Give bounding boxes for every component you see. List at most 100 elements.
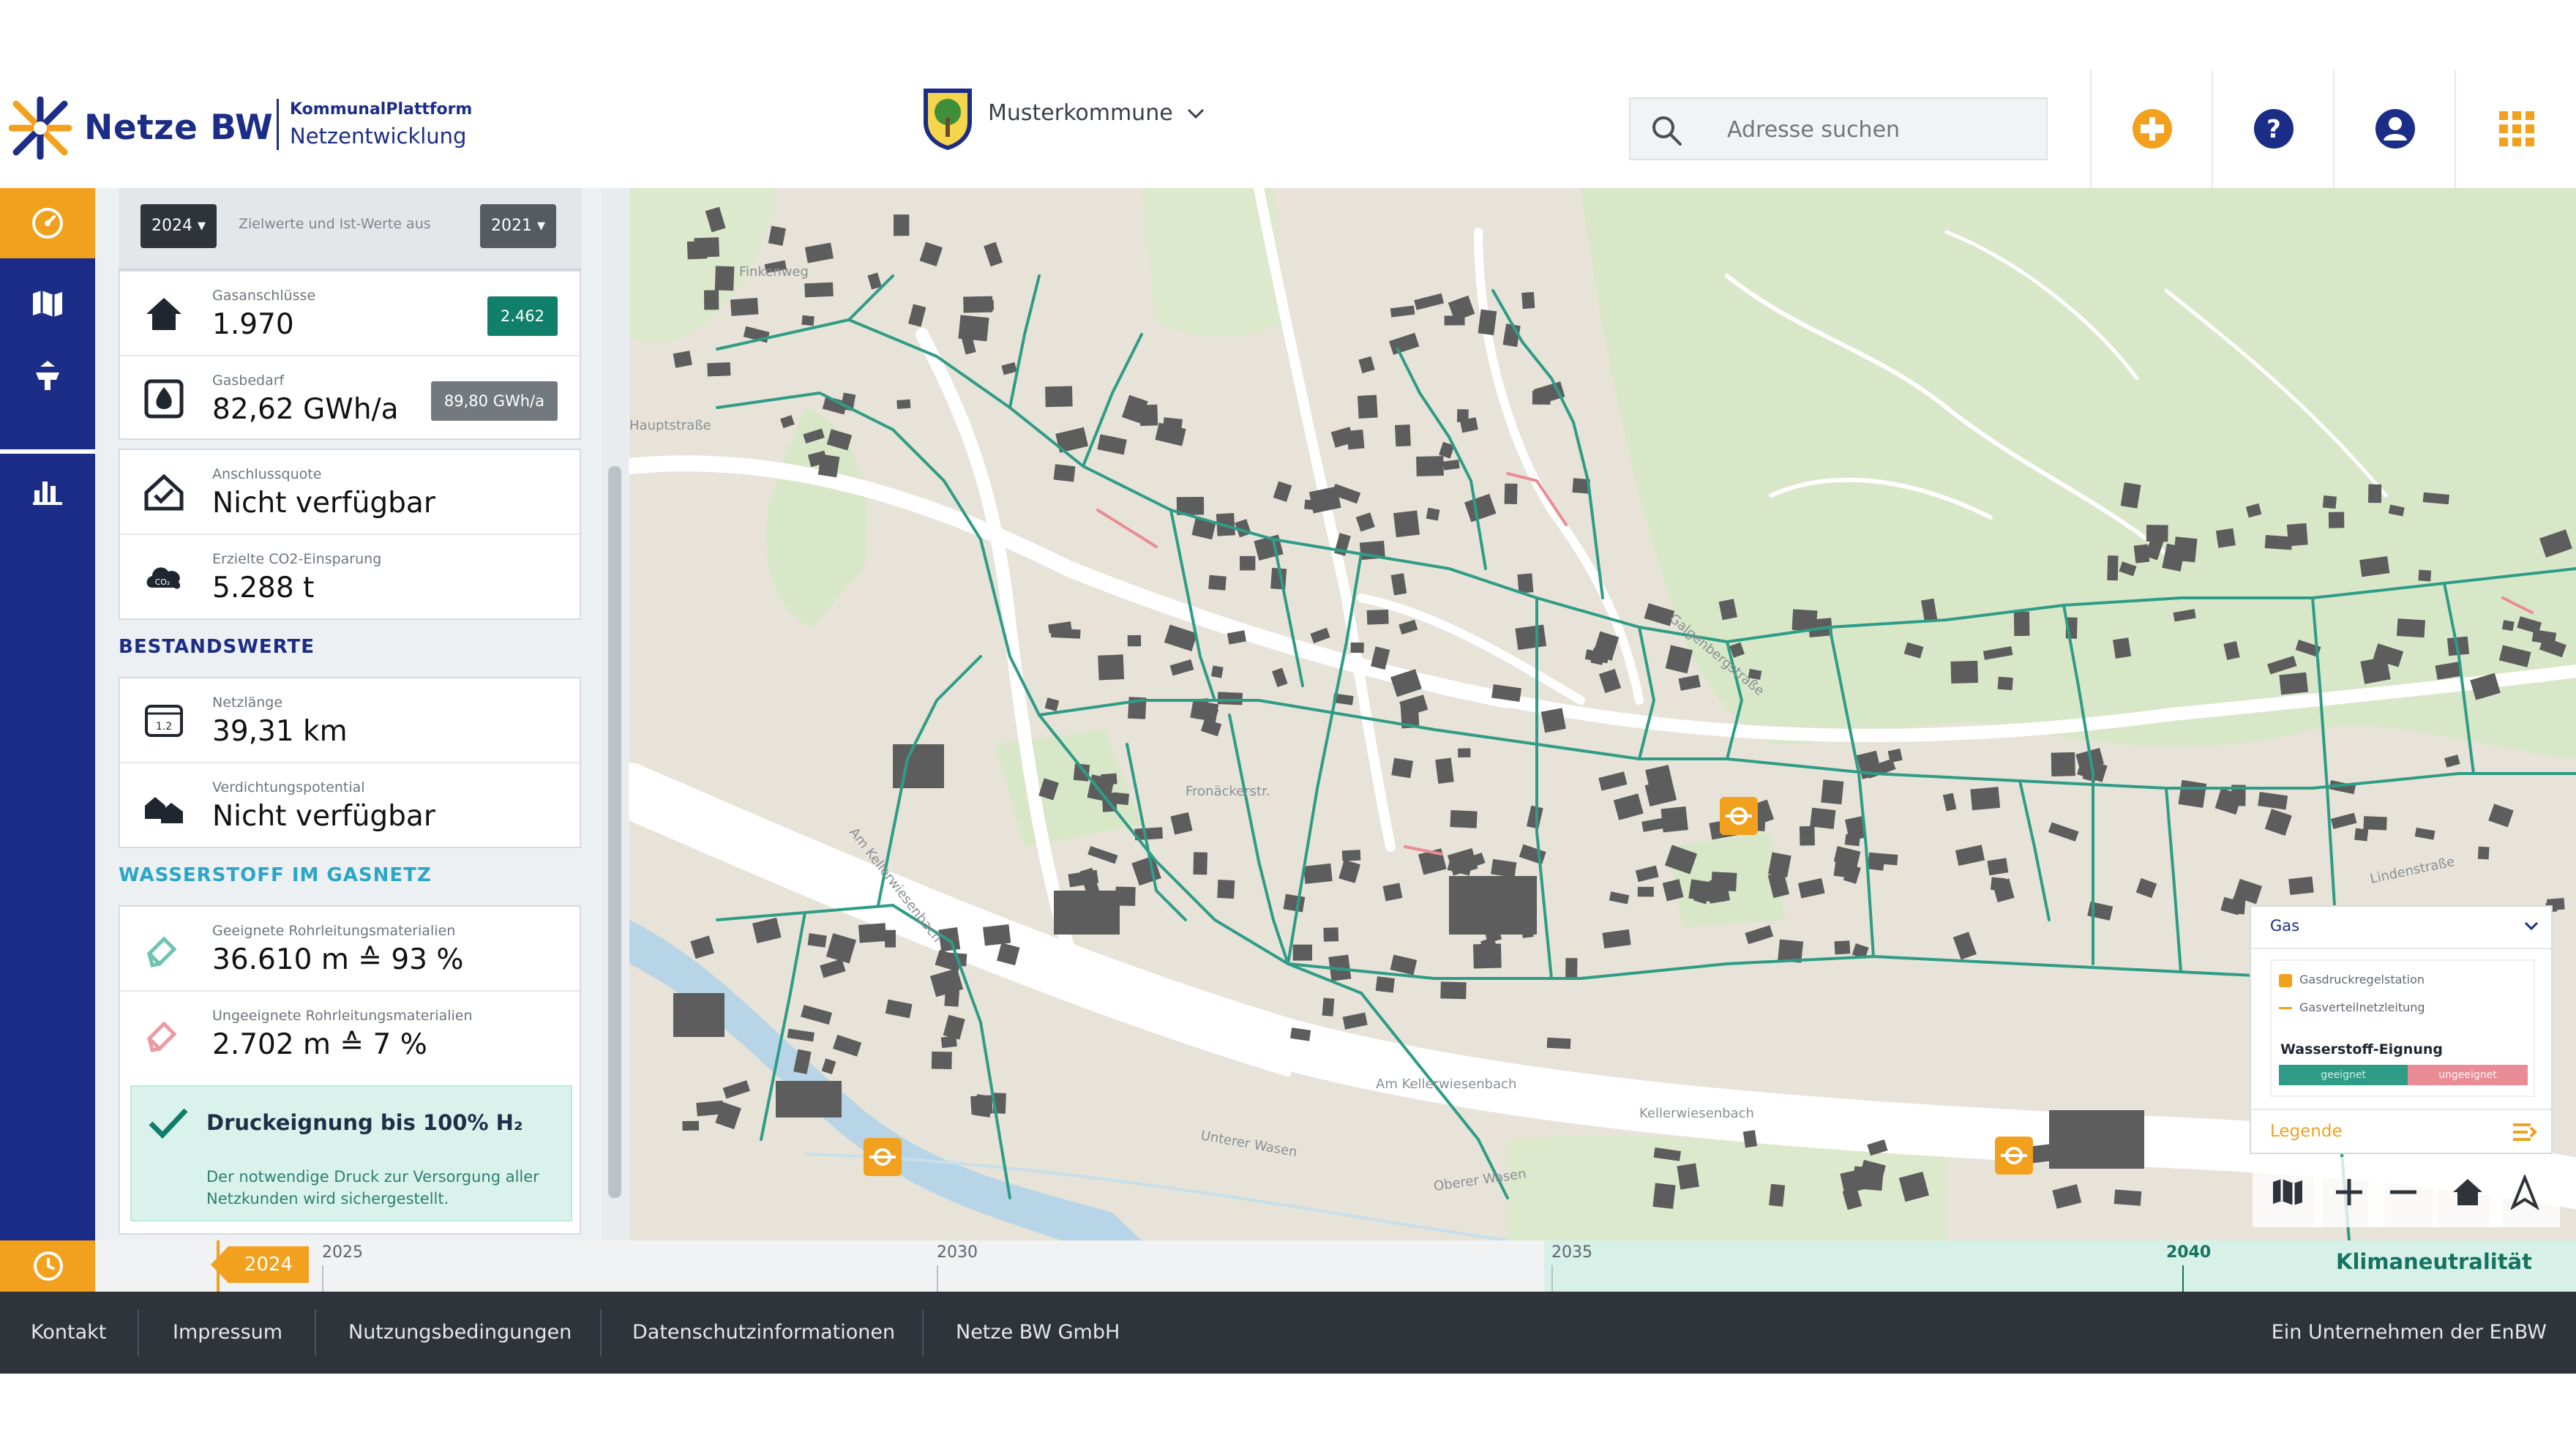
building-footprint: [1051, 628, 1081, 639]
building-footprint: [1440, 981, 1467, 1000]
timeline-current-year[interactable]: 2024: [228, 1246, 309, 1283]
nav-rail: [0, 188, 95, 1240]
panel-scrollbar[interactable]: [602, 188, 628, 1240]
section-title-hydrogen: WASSERSTOFF IM GASNETZ: [119, 864, 432, 886]
basemap-icon[interactable]: [2270, 1175, 2305, 1210]
street-label: Hauptstraße: [629, 418, 711, 433]
regulator-station-marker[interactable]: [1995, 1137, 2033, 1175]
apps-button[interactable]: [2455, 70, 2576, 188]
route-button[interactable]: [2090, 70, 2212, 188]
footer: Kontakt Impressum Nutzungsbedingungen Da…: [0, 1292, 2576, 1374]
building-footprint: [2286, 523, 2308, 547]
svg-text:CO₂: CO₂: [155, 577, 171, 587]
timeline[interactable]: 2024 2025 2030 2035 2040 Klimaneutralitä…: [0, 1240, 2576, 1292]
building-footprint: [1101, 773, 1117, 785]
apps-grid-icon[interactable]: [2495, 107, 2539, 151]
kpi-label: Erzielte CO2-Einsparung: [212, 551, 382, 567]
building-footprint: [1478, 309, 1497, 336]
kpi-card-quota: Anschlussquote Nicht verfügbar CO₂ Erzie…: [119, 449, 581, 620]
header: Netze BW KommunalPlattform Netzentwicklu…: [0, 70, 2576, 190]
chevron-down-icon[interactable]: [1186, 106, 1206, 121]
search-input[interactable]: [1726, 111, 2036, 149]
legend-unsuitable-bar: ungeeignet: [2408, 1065, 2528, 1085]
chevron-down-icon[interactable]: [2523, 920, 2539, 932]
building-footprint: [1540, 708, 1566, 733]
account-button[interactable]: [2333, 70, 2455, 188]
regulator-station-marker[interactable]: [1720, 797, 1758, 835]
building-footprint: [1208, 574, 1227, 591]
building-footprint: [1395, 424, 1411, 447]
rail-item-statistics[interactable]: [0, 449, 95, 530]
rail-item-map[interactable]: [0, 269, 95, 339]
address-search[interactable]: [1629, 97, 2048, 160]
legend-layer-title: Gas: [2270, 917, 2300, 935]
building-footprint: [1350, 642, 1364, 654]
footer-link-company[interactable]: Netze BW GmbH: [956, 1321, 1120, 1344]
municipality-selector[interactable]: Musterkommune: [988, 100, 1173, 126]
map-icon[interactable]: [30, 286, 65, 321]
statistics-icon[interactable]: [30, 473, 65, 508]
legend-item-pipeline: Gasverteilnetzleitung: [2279, 1000, 2425, 1014]
timeline-tick: [1551, 1265, 1553, 1292]
legend-suitable-bar: geeignet: [2279, 1065, 2408, 1085]
home-icon[interactable]: [2450, 1175, 2485, 1210]
history-icon[interactable]: [31, 1249, 65, 1283]
netze-bw-logo[interactable]: [9, 97, 72, 160]
basemap-button[interactable]: [2253, 1157, 2323, 1227]
kpi-value: 1.970: [212, 308, 294, 341]
brand-name: Netze BW: [84, 108, 274, 148]
zoom-in-icon[interactable]: [2332, 1175, 2367, 1210]
ruler-icon: 1.2: [145, 705, 183, 737]
target-year-select[interactable]: 2024 ▾: [141, 204, 217, 248]
upload-icon[interactable]: [30, 359, 65, 394]
kpi-label: Gasanschlüsse: [212, 288, 316, 304]
dashboard-icon[interactable]: [30, 206, 65, 241]
compare-text: Zielwerte und Ist-Werte aus: [239, 216, 431, 232]
kpi-label: Netzlänge: [212, 694, 283, 711]
building-footprint: [2367, 484, 2382, 503]
rail-item-dashboard[interactable]: [0, 188, 95, 258]
building-footprint: [730, 297, 759, 316]
building-footprint: [2279, 672, 2309, 695]
rail-item-upload[interactable]: [0, 342, 95, 412]
footer-link-imprint[interactable]: Impressum: [173, 1321, 282, 1344]
legend-list-icon[interactable]: [2512, 1120, 2538, 1144]
houses-icon: [145, 797, 183, 823]
help-icon[interactable]: ?: [2252, 107, 2296, 151]
building-footprint: [893, 214, 910, 236]
map-view[interactable]: Finkenweg Fronäckerstr. Am Kellerwiesenb…: [629, 188, 2576, 1240]
building-footprint: [673, 351, 692, 368]
footer-link-terms[interactable]: Nutzungsbedingungen: [348, 1321, 572, 1344]
building-footprint: [1217, 692, 1243, 705]
kpi-gas-connections: Gasanschlüsse 1.970 2.462: [120, 272, 580, 356]
timeline-tick-label: 2025: [322, 1243, 363, 1262]
timeline-history-button[interactable]: [0, 1240, 95, 1292]
kpi-network-length: 1.2 Netzlänge 39,31 km: [120, 678, 580, 763]
pipe-suitable-icon: [146, 936, 177, 967]
building-footprint: [983, 924, 1011, 946]
building-footprint: [1521, 291, 1535, 310]
building-footprint: [694, 237, 720, 258]
building-footprint: [2215, 528, 2236, 548]
zoom-out-button[interactable]: [2368, 1157, 2438, 1227]
regulator-station-marker[interactable]: [864, 1138, 902, 1176]
footer-link-privacy[interactable]: Datenschutzinformationen: [632, 1321, 895, 1344]
kpi-unsuitable-pipes: Ungeeignete Rohrleitungsmaterialien 2.70…: [120, 992, 580, 1077]
building-footprint: [1707, 882, 1730, 904]
zoom-out-icon[interactable]: [2386, 1175, 2421, 1210]
user-icon[interactable]: [2373, 107, 2417, 151]
footer-link-contact[interactable]: Kontakt: [31, 1321, 106, 1344]
building-footprint: [2113, 1189, 2142, 1206]
legend-header[interactable]: Gas: [2251, 907, 2551, 949]
legend-toggle[interactable]: Legende: [2251, 1109, 2551, 1154]
search-icon[interactable]: [1650, 113, 1683, 147]
kpi-value: 82,62 GWh/a: [212, 393, 399, 426]
help-button[interactable]: ?: [2212, 70, 2333, 188]
building-footprint: [2049, 1110, 2144, 1169]
north-arrow-icon[interactable]: [2507, 1175, 2542, 1210]
scroll-thumb[interactable]: [608, 466, 621, 1198]
compare-year-select[interactable]: 2021 ▾: [480, 204, 556, 248]
kpi-label: Geeignete Rohrleitungsmaterialien: [212, 923, 456, 939]
route-icon[interactable]: [2130, 107, 2174, 151]
north-arrow-button[interactable]: [2490, 1157, 2560, 1227]
